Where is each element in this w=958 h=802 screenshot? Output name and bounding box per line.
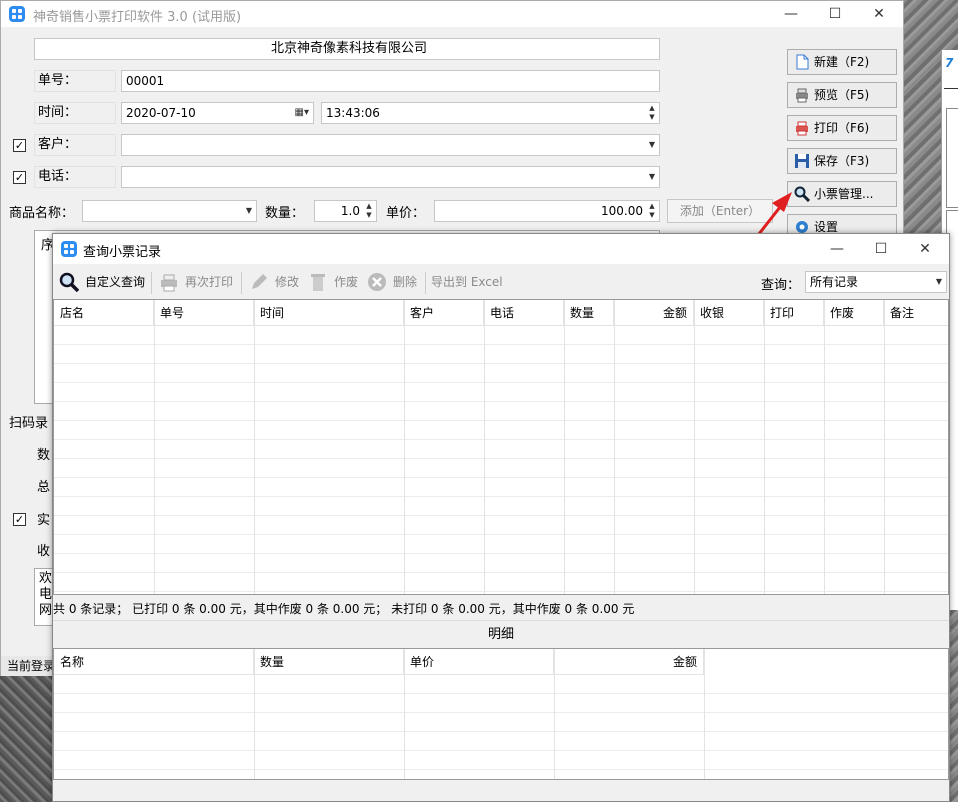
column-divider xyxy=(884,300,885,594)
column-header[interactable]: 金额 xyxy=(614,300,694,326)
detail-table-body xyxy=(54,675,948,779)
export-excel-label: 导出到 Excel xyxy=(431,275,503,289)
detail-column-header[interactable]: 金额 xyxy=(554,649,704,675)
column-header[interactable]: 单号 xyxy=(154,300,254,326)
dialog-close-button[interactable]: ✕ xyxy=(903,236,947,262)
edit-button[interactable]: 修改 xyxy=(247,270,299,294)
column-header[interactable]: 数量 xyxy=(564,300,614,326)
void-button[interactable]: 作废 xyxy=(306,270,358,294)
dialog-minimize-button[interactable]: — xyxy=(815,236,859,262)
dialog-titlebar: 查询小票记录 — ☐ ✕ xyxy=(53,234,949,264)
reprint-button[interactable]: 再次打印 xyxy=(157,270,233,294)
column-divider xyxy=(404,649,405,779)
detail-table-header: 名称 数量 单价 金额 xyxy=(54,649,704,675)
toolbar-separator xyxy=(151,272,152,294)
reprint-label: 再次打印 xyxy=(185,275,234,289)
detail-section-title: 明细 xyxy=(53,620,949,648)
column-header[interactable]: 店名 xyxy=(54,300,154,326)
detail-table[interactable]: 名称 数量 单价 金额 xyxy=(53,648,949,780)
dialog-title: 查询小票记录 xyxy=(83,245,162,260)
detail-column-header[interactable]: 名称 xyxy=(54,649,254,675)
dialog-maximize-button[interactable]: ☐ xyxy=(859,236,903,262)
detail-column-header[interactable]: 数量 xyxy=(254,649,404,675)
annotation-arrow-head xyxy=(772,192,792,212)
column-divider xyxy=(254,649,255,779)
column-divider xyxy=(554,649,555,779)
column-divider xyxy=(154,300,155,594)
column-header[interactable]: 打印 xyxy=(764,300,824,326)
column-divider xyxy=(484,300,485,594)
printer-icon xyxy=(159,272,179,292)
dialog-toolbar: 自定义查询 再次打印 修改 作废 删除 导出到 Excel 查询： 所有记录 ▼ xyxy=(53,266,949,298)
query-dialog: 查询小票记录 — ☐ ✕ 自定义查询 再次打印 修改 作废 删除 导出到 Exc xyxy=(52,233,950,802)
column-header[interactable]: 时间 xyxy=(254,300,404,326)
records-table-header: 店名 单号 时间 客户 电话 数量 金额 收银 打印 作废 备注 xyxy=(54,300,948,326)
column-divider xyxy=(704,649,705,779)
column-divider xyxy=(694,300,695,594)
export-excel-button[interactable]: 导出到 Excel xyxy=(403,270,503,294)
delete-x-icon xyxy=(367,272,387,292)
column-divider xyxy=(614,300,615,594)
records-table-body xyxy=(54,326,948,594)
query-label: 查询： xyxy=(761,278,801,293)
detail-column-header[interactable]: 单价 xyxy=(404,649,554,675)
void-label: 作废 xyxy=(334,275,359,289)
column-header[interactable]: 备注 xyxy=(884,300,948,326)
column-divider xyxy=(564,300,565,594)
dialog-app-icon xyxy=(61,241,77,257)
custom-query-button[interactable]: 自定义查询 xyxy=(57,270,145,294)
trash-icon xyxy=(308,272,328,292)
records-summary: 共 0 条记录； 已打印 0 条 0.00 元，其中作废 0 条 0.00 元；… xyxy=(53,602,635,616)
search-icon xyxy=(59,272,80,293)
column-divider xyxy=(404,300,405,594)
custom-query-label: 自定义查询 xyxy=(85,275,146,289)
column-divider xyxy=(254,300,255,594)
query-filter-value: 所有记录 xyxy=(810,275,859,289)
column-divider xyxy=(764,300,765,594)
column-header[interactable]: 客户 xyxy=(404,300,484,326)
query-filter-select[interactable]: 所有记录 ▼ xyxy=(805,271,947,293)
column-header[interactable]: 电话 xyxy=(484,300,564,326)
column-header[interactable]: 作废 xyxy=(824,300,884,326)
records-table[interactable]: 店名 单号 时间 客户 电话 数量 金额 收银 打印 作废 备注 xyxy=(53,299,949,595)
edit-label: 修改 xyxy=(275,275,300,289)
column-divider xyxy=(824,300,825,594)
pencil-icon xyxy=(249,272,269,292)
column-header[interactable]: 收银 xyxy=(694,300,764,326)
toolbar-separator xyxy=(241,272,242,294)
chevron-down-icon[interactable]: ▼ xyxy=(936,272,942,292)
